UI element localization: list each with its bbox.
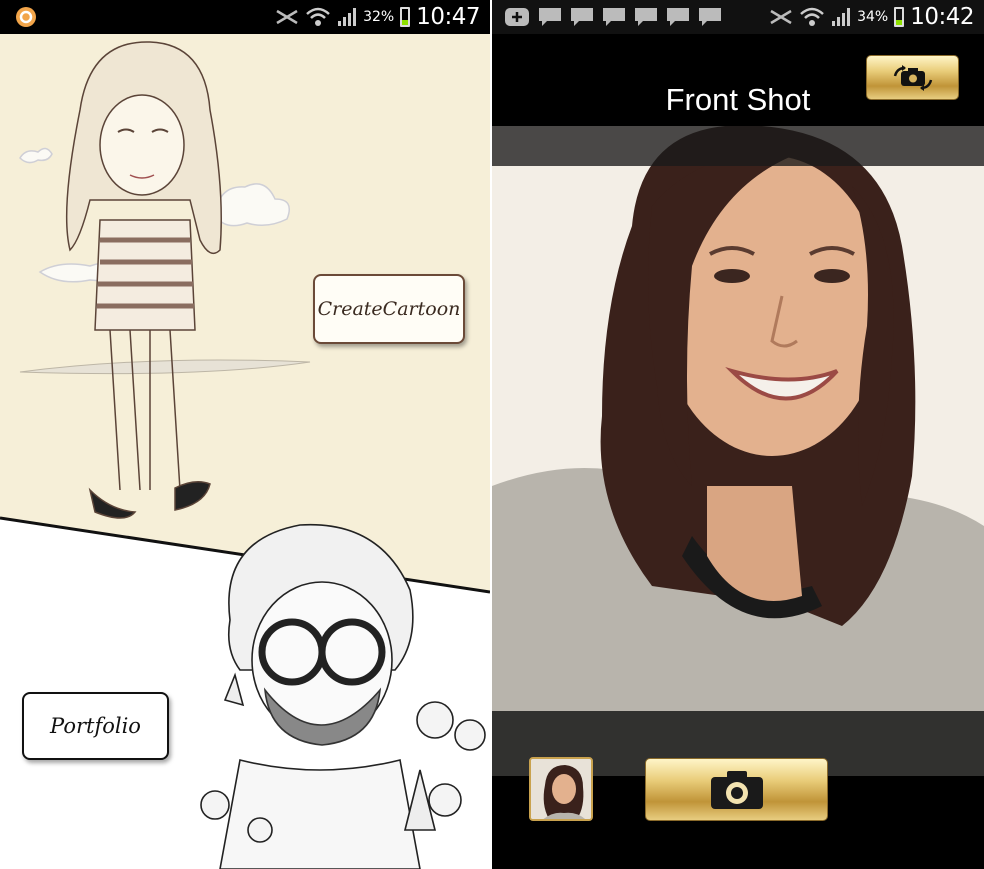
portfolio-label: Portfolio	[50, 714, 141, 738]
create-cartoon-button[interactable]: CreateCartoon	[313, 274, 465, 344]
switch-camera-button[interactable]	[866, 55, 959, 100]
gallery-thumbnail[interactable]	[529, 757, 593, 821]
capture-button[interactable]	[645, 758, 828, 821]
battery-percent: 34%	[857, 9, 889, 25]
switch-camera-icon	[893, 64, 932, 91]
battery-percent: 32%	[363, 9, 395, 25]
create-cartoon-label: CreateCartoon	[317, 298, 461, 320]
camera-icon	[710, 770, 763, 809]
mute-icon	[276, 9, 298, 25]
status-bar: 32% 10:47	[0, 0, 490, 34]
status-bar: 34% 10:42	[492, 0, 984, 34]
wifi-icon	[306, 7, 330, 26]
camera-viewfinder[interactable]	[492, 126, 984, 776]
right-phone-screen: 34% 10:42 Front Shot	[492, 0, 984, 869]
add-icon	[505, 8, 529, 26]
message-icon	[539, 8, 721, 26]
battery-icon	[894, 7, 905, 27]
left-phone-screen: 32% 10:47 CreateCartoon Portfolio	[0, 0, 490, 869]
battery-icon	[400, 7, 411, 27]
photo-thumbnail-image	[531, 759, 591, 819]
clock: 10:47	[416, 4, 480, 30]
signal-icon	[338, 8, 357, 26]
signal-icon	[832, 8, 851, 26]
wifi-icon	[800, 7, 824, 26]
camera-preview-image	[492, 126, 984, 776]
portfolio-button[interactable]: Portfolio	[22, 692, 169, 760]
app-notification-icon	[16, 7, 36, 27]
mute-icon	[770, 9, 792, 25]
clock: 10:42	[910, 4, 974, 30]
